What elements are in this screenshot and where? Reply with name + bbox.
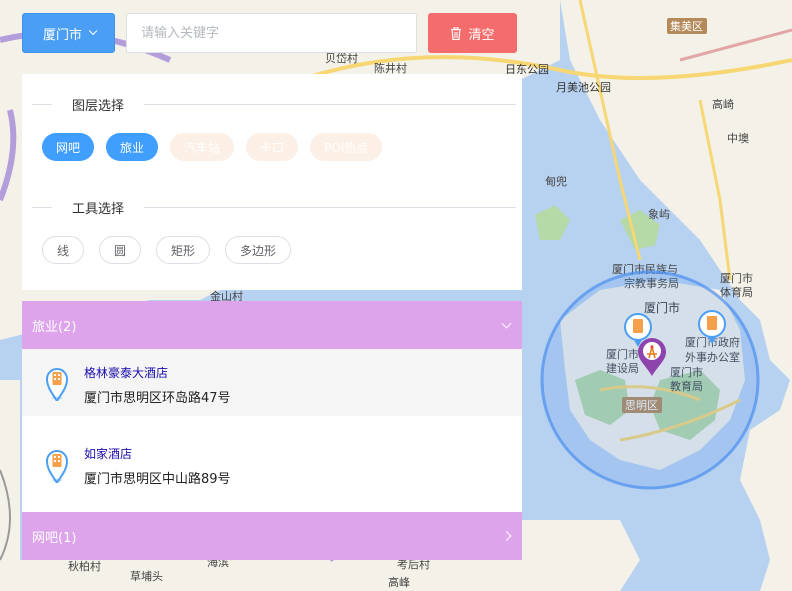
clear-button[interactable]: 清空 <box>428 13 517 53</box>
result-group-hotel-header[interactable]: 旅业(2) <box>22 301 522 349</box>
layer-chip-poi-hotspot[interactable]: POI热点 <box>310 133 383 161</box>
result-address: 厦门市思明区中山路89号 <box>84 472 231 487</box>
divider <box>32 206 52 208</box>
layer-section-title: 图层选择 <box>32 97 516 114</box>
list-item[interactable]: 格林豪泰大酒店 厦门市思明区环岛路47号 <box>22 349 522 416</box>
clear-button-label: 清空 <box>468 27 495 43</box>
result-address: 厦门市思明区环岛路47号 <box>84 391 231 406</box>
map-label-caopu: 草埔头 <box>130 570 163 583</box>
map-label-chenjing: 陈井村 <box>374 61 407 75</box>
map-label-yuci: 象屿 <box>648 208 670 221</box>
divider <box>144 206 516 208</box>
svg-text:集美区: 集美区 <box>670 19 703 33</box>
result-group-netcafe-header[interactable]: 网吧(1) <box>22 512 522 560</box>
city-select-label: 厦门市 <box>42 27 82 43</box>
layer-chip-netcafe[interactable]: 网吧 <box>42 133 95 161</box>
tool-chip-rectangle[interactable]: 矩形 <box>156 236 211 264</box>
layer-panel: 图层选择 网吧 旅业 汽车站 卡口 POI热点 工具选择 线 圆 矩形 多边形 <box>22 74 522 290</box>
result-name-link[interactable]: 如家酒店 <box>84 445 132 462</box>
tool-chip-line[interactable]: 线 <box>42 236 85 264</box>
tool-section-label: 工具选择 <box>72 201 125 217</box>
map-label-gaofeng: 高峰 <box>388 575 410 589</box>
tool-section-title: 工具选择 <box>32 200 516 217</box>
chevron-down-icon <box>501 318 512 329</box>
search-radius-circle[interactable] <box>540 270 760 490</box>
trash-icon <box>451 26 462 40</box>
search-input[interactable] <box>126 13 417 53</box>
hotel-pin-icon <box>46 450 68 483</box>
result-name-link[interactable]: 格林豪泰大酒店 <box>84 364 168 381</box>
map-label-yuemei: 月美池公园 <box>556 81 611 94</box>
map-label-qiubai: 秋柏村 <box>68 559 101 573</box>
result-group-title: 网吧(1) <box>32 530 77 546</box>
map-label-tiyu-1: 厦门市 <box>720 271 753 285</box>
map-label-beixi: 贝岱村 <box>325 51 358 65</box>
layer-chip-hotel[interactable]: 旅业 <box>106 133 159 161</box>
map-label-tiyu-2: 体育局 <box>720 285 753 299</box>
layer-chip-group: 网吧 旅业 汽车站 卡口 POI热点 <box>42 133 394 161</box>
map-label-zhongao: 中墺 <box>727 131 749 145</box>
layer-chip-bus-station[interactable]: 汽车站 <box>170 133 235 161</box>
layer-section-label: 图层选择 <box>72 98 125 114</box>
tool-chip-circle[interactable]: 圆 <box>99 236 142 264</box>
list-item[interactable]: 如家酒店 厦门市思明区中山路89号 <box>22 416 522 512</box>
divider <box>32 103 52 105</box>
chevron-right-icon <box>501 531 512 541</box>
tool-chip-group: 线 圆 矩形 多边形 <box>42 236 306 264</box>
result-group-title: 旅业(2) <box>32 319 77 335</box>
city-select-button[interactable]: 厦门市 <box>22 13 115 53</box>
map-district-jimei: 集美区 <box>667 18 707 34</box>
map-label-gaoqi: 高崎 <box>712 97 734 111</box>
tool-chip-polygon[interactable]: 多边形 <box>225 236 292 264</box>
hotel-pin-icon <box>46 368 68 401</box>
chevron-down-icon <box>88 26 98 36</box>
divider <box>144 103 516 105</box>
layer-chip-checkpoint[interactable]: 卡口 <box>246 133 299 161</box>
map-label-dian: 甸兜 <box>545 174 567 188</box>
